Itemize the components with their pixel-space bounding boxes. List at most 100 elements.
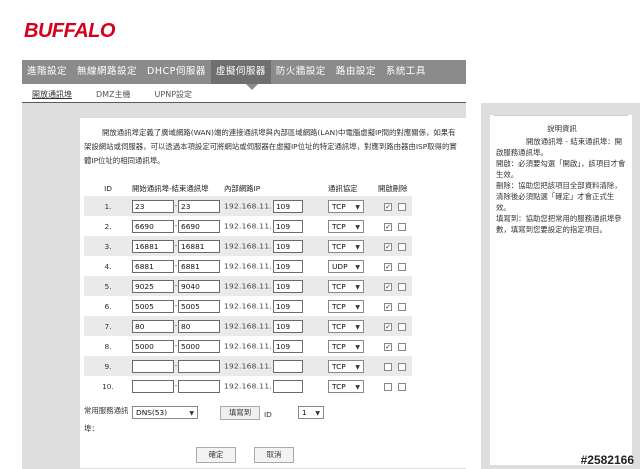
enable-checkbox[interactable]: ✓ <box>384 262 392 271</box>
ip-cell: 192.168.11. 109 <box>224 256 328 276</box>
ok-button[interactable]: 確定 <box>196 447 236 463</box>
end-port-input[interactable]: 5000 <box>178 339 220 353</box>
end-port-input[interactable]: 23 <box>178 199 220 213</box>
help-text: 開啟：必須要勾選「開啟」，該項目才會生效。 <box>496 159 626 179</box>
enable-checkbox[interactable]: ✓ <box>384 342 392 351</box>
delete-checkbox[interactable] <box>398 282 406 291</box>
start-port-input[interactable]: 80 <box>132 319 174 333</box>
protocol-cell: TCP ▼ <box>328 236 378 256</box>
end-port-input[interactable]: 9040 <box>178 279 220 293</box>
ports-cell: 5000-5000 <box>132 336 224 356</box>
tab-4[interactable]: 防火牆設定 <box>271 60 331 84</box>
protocol-value: TCP <box>332 301 346 311</box>
tab-3[interactable]: 虛擬伺服器 <box>210 60 271 84</box>
end-port-input[interactable]: 6690 <box>178 219 220 233</box>
start-port-input[interactable]: 5000 <box>132 339 174 353</box>
start-port-input[interactable]: 6881 <box>132 259 174 273</box>
enable-checkbox[interactable] <box>384 362 392 371</box>
delete-checkbox[interactable] <box>398 222 406 231</box>
cancel-button[interactable]: 取消 <box>254 447 294 463</box>
ip-last-octet-input[interactable] <box>272 359 303 373</box>
start-port-input[interactable] <box>132 359 174 373</box>
protocol-select[interactable]: TCP ▼ <box>328 219 364 233</box>
enable-checkbox[interactable]: ✓ <box>384 202 392 211</box>
tab-2[interactable]: DHCP伺服器 <box>142 60 211 84</box>
protocol-value: TCP <box>332 341 346 351</box>
tab-5[interactable]: 路由設定 <box>331 60 381 84</box>
subtab-0[interactable]: 開放通訊埠 <box>32 88 72 102</box>
end-port-input[interactable]: 6881 <box>178 259 220 273</box>
protocol-select[interactable]: TCP ▼ <box>328 239 364 253</box>
end-port-input[interactable] <box>178 379 220 393</box>
ip-last-octet-input[interactable]: 109 <box>272 299 303 313</box>
protocol-select[interactable]: TCP ▼ <box>328 299 364 313</box>
table-row: 1. 23-23 192.168.11. 109 TCP ▼ ✓ <box>84 196 412 216</box>
protocol-select[interactable]: UDP ▼ <box>328 259 364 273</box>
ip-last-octet-input[interactable]: 109 <box>272 259 303 273</box>
enable-checkbox[interactable]: ✓ <box>384 282 392 291</box>
end-port-input[interactable]: 80 <box>178 319 220 333</box>
tab-0[interactable]: 進階設定 <box>22 60 72 84</box>
ip-last-octet-input[interactable]: 109 <box>272 239 303 253</box>
enable-checkbox[interactable]: ✓ <box>384 322 392 331</box>
tab-1[interactable]: 無線網路設定 <box>72 60 142 84</box>
ip-cell: 192.168.11. 109 <box>224 216 328 236</box>
start-port-input[interactable]: 9025 <box>132 279 174 293</box>
ip-prefix: 192.168.11. <box>224 361 272 370</box>
ip-last-octet-input[interactable]: 109 <box>272 339 303 353</box>
enable-checkbox[interactable]: ✓ <box>384 242 392 251</box>
row-id: 3. <box>84 236 132 256</box>
ip-cell: 192.168.11. 109 <box>224 296 328 316</box>
ports-cell: 9025-9040 <box>132 276 224 296</box>
enable-checkbox[interactable]: ✓ <box>384 302 392 311</box>
protocol-select[interactable]: TCP ▼ <box>328 359 364 373</box>
end-port-input[interactable] <box>178 359 220 373</box>
delete-checkbox[interactable] <box>398 382 406 391</box>
start-port-input[interactable]: 5005 <box>132 299 174 313</box>
id-select[interactable]: 1 ▼ <box>298 406 324 419</box>
end-port-input[interactable]: 5005 <box>178 299 220 313</box>
ip-last-octet-input[interactable]: 109 <box>272 199 303 213</box>
protocol-select[interactable]: TCP ▼ <box>328 339 364 353</box>
fill-to-button[interactable]: 填寫到 <box>220 406 260 420</box>
delete-checkbox[interactable] <box>398 262 406 271</box>
delete-checkbox[interactable] <box>398 302 406 311</box>
protocol-select[interactable]: TCP ▼ <box>328 379 364 393</box>
protocol-select[interactable]: TCP ▼ <box>328 199 364 213</box>
protocol-cell: TCP ▼ <box>328 276 378 296</box>
delete-checkbox[interactable] <box>398 242 406 251</box>
subtab-1[interactable]: DMZ主機 <box>96 88 131 102</box>
start-port-input[interactable] <box>132 379 174 393</box>
delete-checkbox[interactable] <box>398 322 406 331</box>
chevron-down-icon: ▼ <box>355 283 360 291</box>
protocol-value: TCP <box>332 381 346 391</box>
chevron-down-icon: ▼ <box>315 410 320 417</box>
delete-checkbox[interactable] <box>398 362 406 371</box>
start-port-input[interactable]: 16881 <box>132 239 174 253</box>
end-port-input[interactable]: 16881 <box>178 239 220 253</box>
row-id: 6. <box>84 296 132 316</box>
ip-last-octet-input[interactable]: 109 <box>272 219 303 233</box>
chevron-down-icon: ▼ <box>355 303 360 311</box>
tab-6[interactable]: 系統工具 <box>381 60 431 84</box>
common-service-value: DNS(53) <box>136 408 168 417</box>
action-cell: ✓ <box>378 196 412 216</box>
start-port-input[interactable]: 6690 <box>132 219 174 233</box>
common-service-select[interactable]: DNS(53) ▼ <box>132 406 198 419</box>
chevron-down-icon: ▼ <box>355 263 360 271</box>
ip-last-octet-input[interactable]: 109 <box>272 279 303 293</box>
ip-cell: 192.168.11. 109 <box>224 316 328 336</box>
protocol-select[interactable]: TCP ▼ <box>328 279 364 293</box>
subtab-2[interactable]: UPNP設定 <box>155 88 193 102</box>
enable-checkbox[interactable] <box>384 382 392 391</box>
enable-checkbox[interactable]: ✓ <box>384 222 392 231</box>
table-row: 5. 9025-9040 192.168.11. 109 TCP ▼ ✓ <box>84 276 412 296</box>
protocol-cell: TCP ▼ <box>328 296 378 316</box>
delete-checkbox[interactable] <box>398 202 406 211</box>
start-port-input[interactable]: 23 <box>132 199 174 213</box>
ip-cell: 192.168.11. 109 <box>224 196 328 216</box>
ip-last-octet-input[interactable] <box>272 379 303 393</box>
ip-last-octet-input[interactable]: 109 <box>272 319 303 333</box>
protocol-select[interactable]: TCP ▼ <box>328 319 364 333</box>
delete-checkbox[interactable] <box>398 342 406 351</box>
